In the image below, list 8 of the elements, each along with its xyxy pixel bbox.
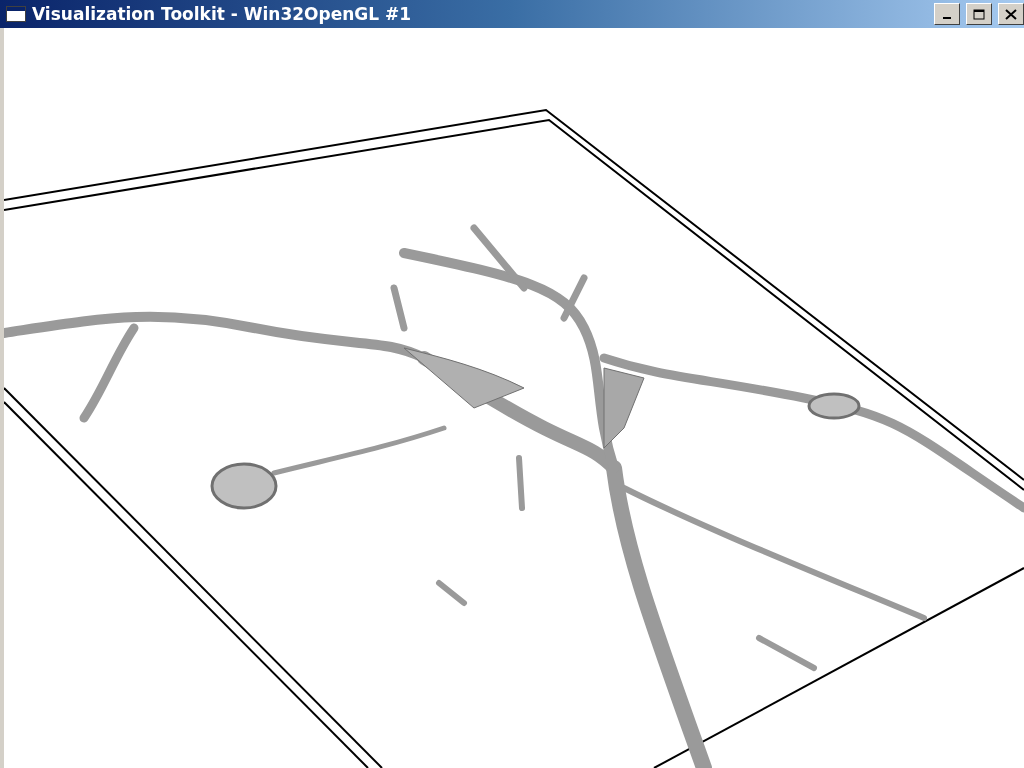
maximize-button[interactable] (966, 3, 992, 25)
minimize-button[interactable] (934, 3, 960, 25)
window-title: Visualization Toolkit - Win32OpenGL #1 (32, 4, 413, 24)
maximize-icon (973, 8, 985, 20)
minimize-icon (943, 17, 951, 19)
window-icon (6, 6, 26, 22)
close-button[interactable] (998, 3, 1024, 25)
close-icon (1005, 8, 1017, 20)
